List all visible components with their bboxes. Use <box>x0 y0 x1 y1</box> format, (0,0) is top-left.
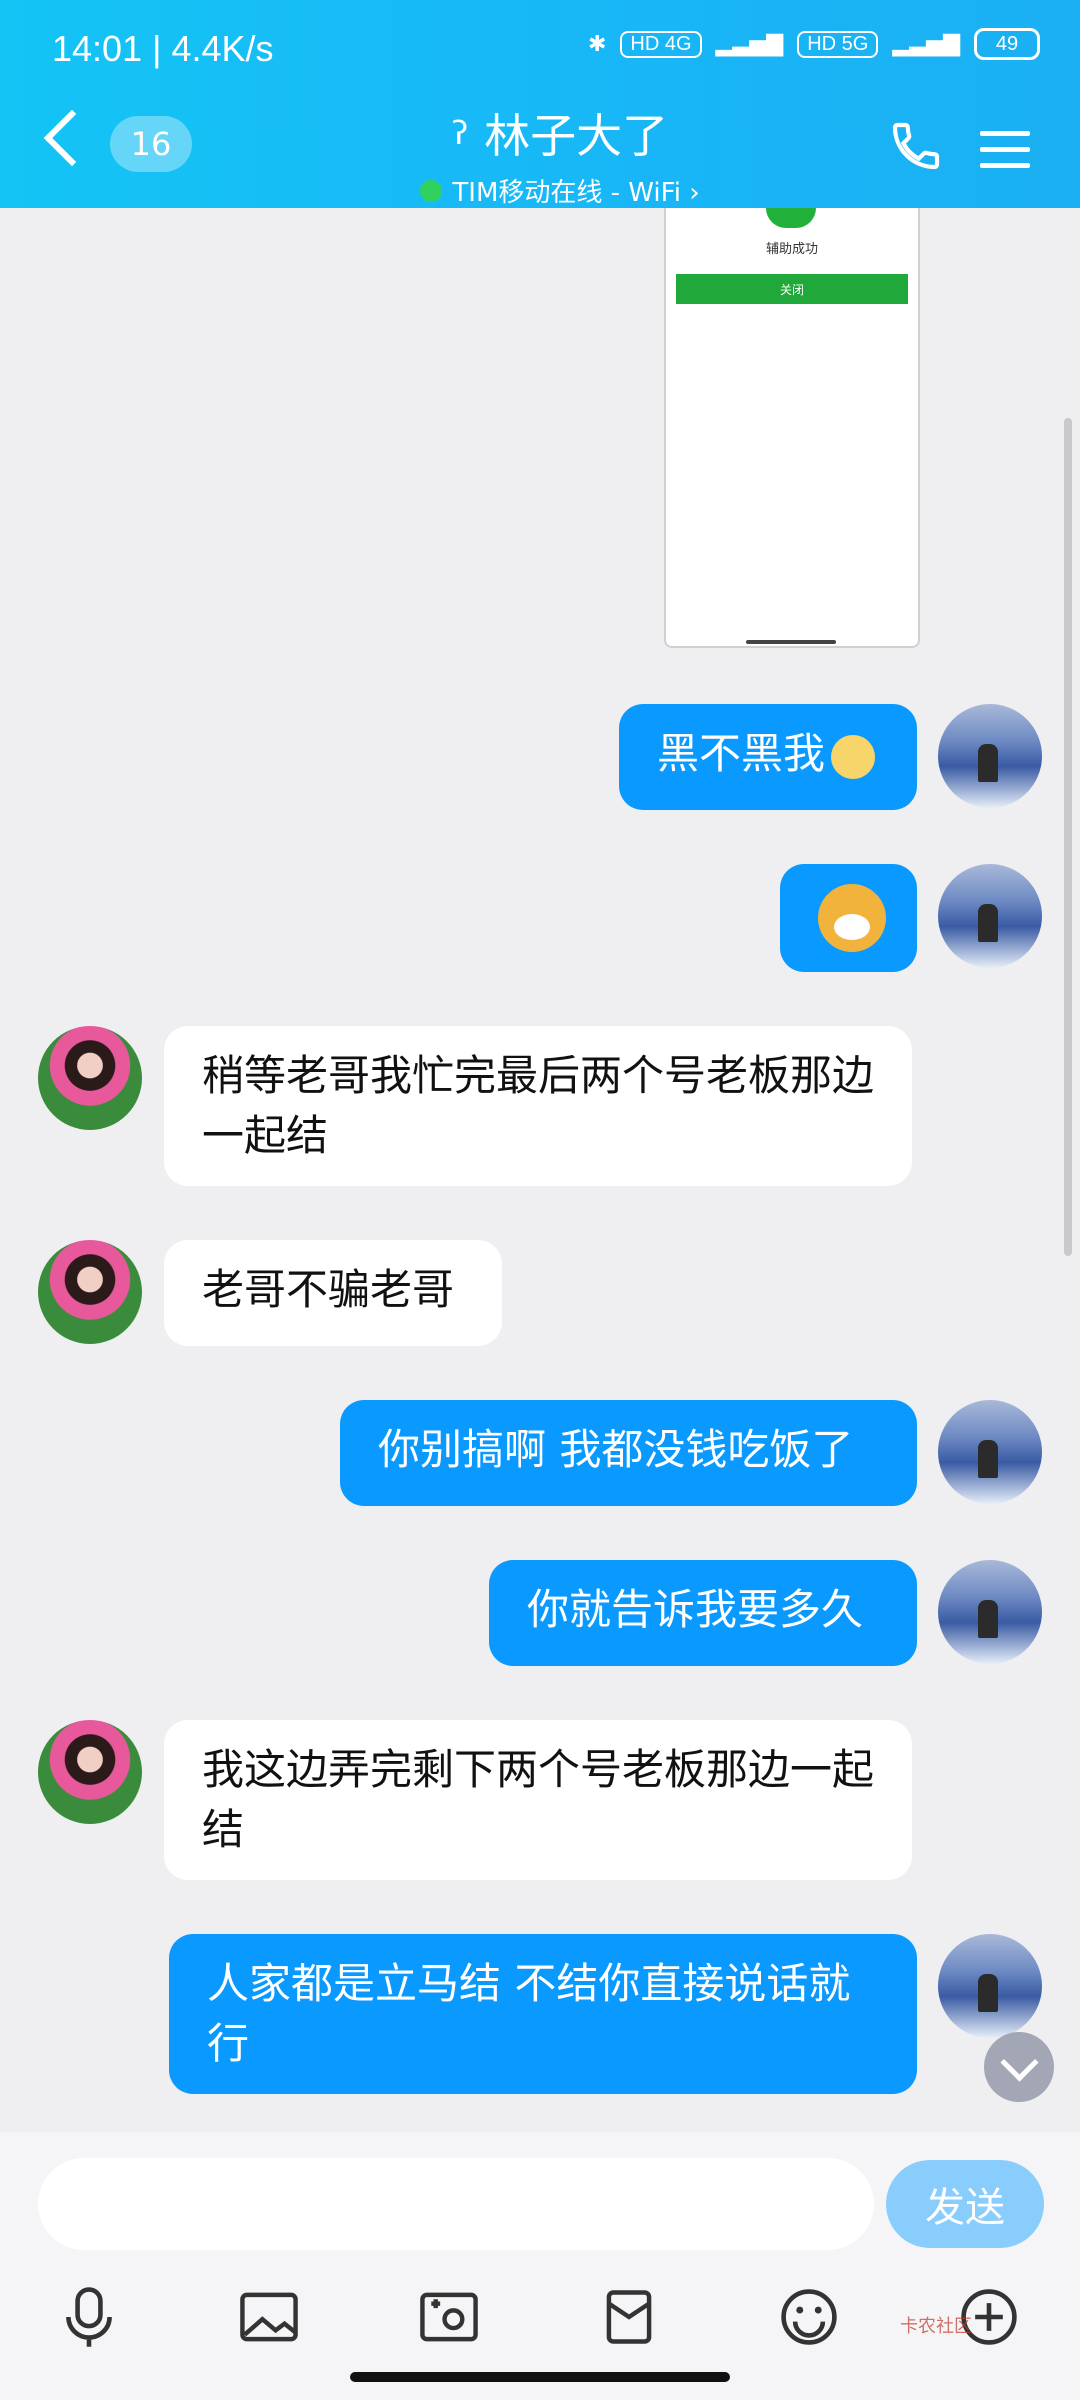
screenshot-message: 辅助成功 <box>765 242 818 257</box>
status-bar: 14:01 | 4.4K/s ✱ HD 4G ▂▃▅▇ HD 5G ▂▃▅▇ 4… <box>52 24 1040 74</box>
message-bubble[interactable]: 老哥不骗老哥 <box>164 1240 502 1346</box>
chevron-down-icon <box>999 2042 1039 2082</box>
online-dot-icon <box>420 179 443 202</box>
back-icon[interactable] <box>43 109 101 167</box>
ear-icon: ʔ <box>451 114 469 152</box>
avatar[interactable] <box>38 1240 142 1344</box>
avatar[interactable] <box>38 1720 142 1824</box>
message-input[interactable] <box>38 2158 874 2250</box>
camera-icon[interactable] <box>404 2272 494 2362</box>
status-time: 14:01 | 4.4K/s <box>52 28 274 69</box>
emoji-icon[interactable] <box>764 2272 854 2362</box>
avatar[interactable] <box>938 704 1042 808</box>
avatar[interactable] <box>38 1026 142 1130</box>
microphone-icon[interactable] <box>44 2272 134 2362</box>
screenshot-close-button: 关闭 <box>676 274 908 304</box>
message-bubble[interactable]: 我这边弄完剩下两个号老板那边一起结 <box>164 1720 912 1880</box>
sad-emoji-icon <box>831 734 876 779</box>
avatar[interactable] <box>938 864 1042 968</box>
signal-icon: ▂▃▅▇ <box>715 31 784 56</box>
shared-screenshot[interactable]: 辅助成功 关闭 <box>664 208 920 648</box>
image-icon[interactable] <box>224 2272 314 2362</box>
send-button[interactable]: 发送 <box>886 2160 1044 2248</box>
message-bubble[interactable]: 黑不黑我 <box>619 704 917 810</box>
scroll-down-button[interactable] <box>984 2032 1054 2102</box>
signal-icon-2: ▂▃▅▇ <box>892 31 960 56</box>
screenshot-homebar <box>746 640 836 644</box>
message-bubble[interactable]: 你别搞啊 我都没钱吃饭了 <box>340 1400 917 1506</box>
dog-sticker-icon <box>818 884 886 952</box>
avatar[interactable] <box>938 1934 1042 2038</box>
red-packet-icon[interactable] <box>584 2272 674 2362</box>
sticker-bubble[interactable] <box>780 864 917 972</box>
composer: 发送 <box>0 2132 1080 2400</box>
message-bubble[interactable]: 人家都是立马结 不结你直接说话就行 <box>169 1934 917 2094</box>
watermark: 卡农社区 <box>900 2316 972 2337</box>
phone-icon[interactable] <box>888 118 944 174</box>
bluetooth-icon: ✱ <box>587 31 607 56</box>
network-left: HD 4G <box>620 30 702 58</box>
menu-icon[interactable] <box>980 120 1030 179</box>
success-icon <box>766 208 816 228</box>
status-icons: ✱ HD 4G ▂▃▅▇ HD 5G ▂▃▅▇ 49 <box>588 28 1040 60</box>
message-bubble[interactable]: 你就告诉我要多久 <box>489 1560 917 1666</box>
battery-icon: 49 <box>974 28 1040 60</box>
avatar[interactable] <box>938 1400 1042 1504</box>
unread-badge[interactable]: 16 <box>110 116 192 172</box>
online-status: TIM移动在线 - WiFi › <box>452 178 700 208</box>
chat-header: 14:01 | 4.4K/s ✱ HD 4G ▂▃▅▇ HD 5G ▂▃▅▇ 4… <box>0 0 1080 208</box>
home-indicator[interactable] <box>350 2372 730 2382</box>
avatar[interactable] <box>938 1560 1042 1664</box>
chat-title: 林子大了 <box>484 109 669 163</box>
message-bubble[interactable]: 稍等老哥我忙完最后两个号老板那边一起结 <box>164 1026 912 1186</box>
chat-title-area[interactable]: ʔ 林子大了 TIM移动在线 - WiFi › <box>380 100 740 209</box>
scrollbar[interactable] <box>1064 418 1072 1256</box>
network-right: HD 5G <box>797 30 879 58</box>
